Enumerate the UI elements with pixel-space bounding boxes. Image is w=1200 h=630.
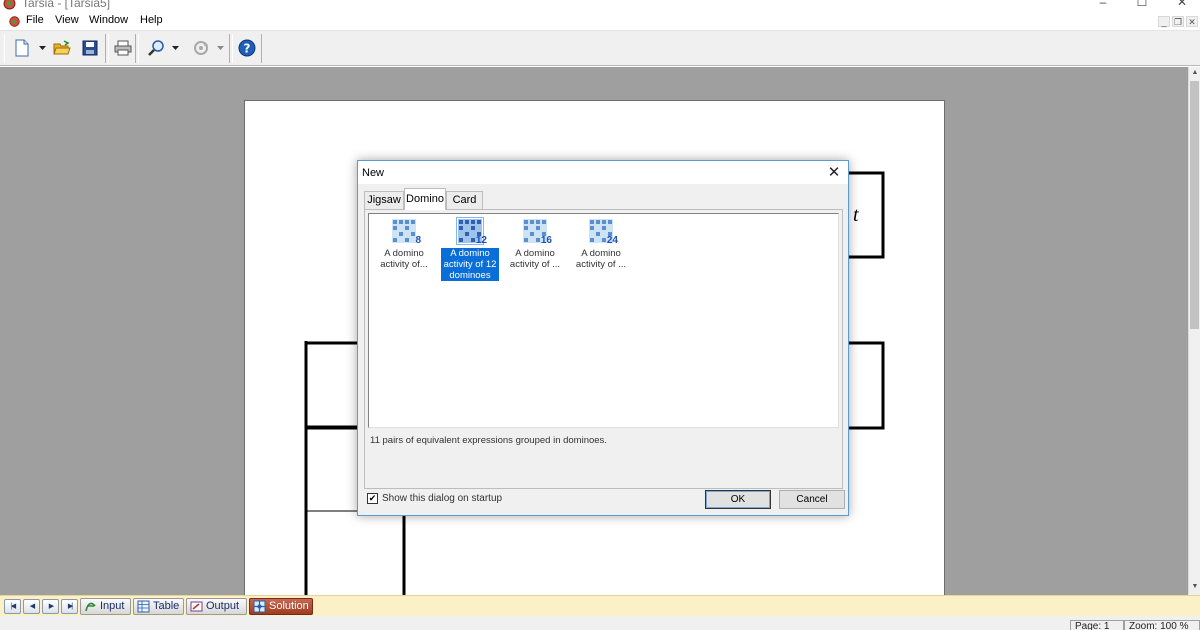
help-icon: ?: [238, 39, 256, 57]
rotate-dropdown-icon[interactable]: [217, 45, 224, 51]
menu-file[interactable]: File: [26, 14, 44, 26]
document-window-icon: [9, 16, 20, 27]
svg-text:?: ?: [244, 42, 251, 56]
mdi-restore-button[interactable]: ❐: [1172, 16, 1184, 27]
new-dialog: New ✕ Jigsaw Domino Card 8 A domino acti…: [357, 160, 849, 516]
template-item[interactable]: 24 A domino activity of ...: [572, 218, 630, 270]
status-bar: Page: 1 Zoom: 100 %: [0, 616, 1200, 630]
tab-card[interactable]: Card: [446, 191, 483, 209]
domino-grid-icon: 12: [456, 217, 487, 246]
tab-domino[interactable]: Domino: [404, 188, 446, 210]
first-page-button[interactable]: |◀: [4, 599, 21, 614]
item-label: A domino activity of...: [380, 248, 428, 270]
view-tab-bar: |◀ ◀ ▶ ▶| Input Table Output Solution: [0, 595, 1200, 616]
ok-button[interactable]: OK: [705, 490, 771, 509]
scrollbar-thumb[interactable]: [1190, 81, 1199, 329]
document-text: t: [853, 204, 859, 226]
tab-input[interactable]: Input: [80, 598, 131, 615]
last-page-button[interactable]: ▶|: [61, 599, 78, 614]
tab-solution-label: Solution: [269, 600, 309, 612]
zoom-dropdown-icon[interactable]: [172, 45, 179, 51]
menu-bar: File View Window Help _ ❐ ✕: [0, 12, 1200, 31]
next-page-button[interactable]: ▶: [42, 599, 59, 614]
template-item[interactable]: 16 A domino activity of ...: [506, 218, 564, 270]
save-button[interactable]: [79, 37, 101, 59]
printer-icon: [114, 40, 132, 56]
dialog-close-button[interactable]: ✕: [824, 163, 844, 183]
tab-output-label: Output: [206, 600, 240, 612]
template-item[interactable]: 8 A domino activity of...: [375, 218, 433, 270]
item-count: 16: [540, 235, 552, 246]
window-title: Tarsia - [Tarsia5]: [22, 0, 111, 10]
item-label: A domino activity of 12 dominoes: [441, 248, 499, 281]
solution-icon: [253, 600, 266, 613]
tab-solution[interactable]: Solution: [249, 598, 313, 615]
output-icon: [190, 601, 203, 612]
template-list[interactable]: 8 A domino activity of... 12 A domino ac…: [368, 213, 839, 428]
scroll-down-icon[interactable]: ▼: [1189, 581, 1200, 593]
show-on-startup-checkbox[interactable]: ✔: [367, 493, 378, 504]
tab-jigsaw[interactable]: Jigsaw: [364, 191, 404, 209]
open-button[interactable]: [51, 37, 73, 59]
show-on-startup-label[interactable]: Show this dialog on startup: [382, 493, 502, 504]
tab-table-label: Table: [153, 600, 180, 612]
previous-page-button[interactable]: ◀: [23, 599, 40, 614]
tab-table[interactable]: Table: [133, 598, 184, 615]
new-dropdown-icon[interactable]: [39, 45, 46, 51]
maximize-button[interactable]: ☐: [1127, 0, 1157, 11]
dialog-title: New: [362, 167, 385, 179]
item-count: 8: [415, 235, 421, 246]
menu-window[interactable]: Window: [89, 14, 128, 26]
floppy-disk-icon: [82, 40, 98, 56]
status-zoom: Zoom: 100 %: [1124, 620, 1200, 630]
rotate-icon: [194, 41, 208, 55]
item-count: 24: [606, 235, 618, 246]
cancel-button[interactable]: Cancel: [779, 490, 845, 509]
new-document-icon: [15, 39, 29, 57]
tab-input-label: Input: [100, 600, 125, 612]
input-icon: [85, 602, 96, 612]
menu-help[interactable]: Help: [140, 14, 163, 26]
menu-view[interactable]: View: [55, 14, 79, 26]
mdi-close-button[interactable]: ✕: [1186, 16, 1198, 27]
template-description: 11 pairs of equivalent expressions group…: [370, 435, 607, 446]
domino-grid-icon: 24: [588, 218, 618, 246]
tab-output[interactable]: Output: [186, 598, 247, 615]
open-folder-icon: [53, 40, 71, 55]
domino-grid-icon: 8: [391, 218, 421, 246]
item-label: A domino activity of ...: [575, 248, 627, 270]
mdi-minimize-button[interactable]: _: [1158, 16, 1170, 27]
domino-tab-panel: 8 A domino activity of... 12 A domino ac…: [364, 209, 843, 489]
help-button[interactable]: ?: [236, 37, 258, 59]
title-bar: Tarsia - [Tarsia5] – ☐ ✕: [0, 0, 1200, 12]
toolbar: ?: [0, 31, 1200, 66]
scroll-up-icon[interactable]: ▲: [1189, 67, 1200, 79]
minimize-button[interactable]: –: [1088, 0, 1118, 11]
item-count: 12: [475, 235, 487, 246]
status-page: Page: 1: [1070, 620, 1124, 630]
zoom-button[interactable]: [145, 37, 167, 59]
print-button[interactable]: [112, 37, 134, 59]
tarsia-app-icon: [3, 0, 16, 10]
table-icon: [137, 600, 150, 613]
item-label: A domino activity of ...: [509, 248, 561, 270]
template-item-selected[interactable]: 12 A domino activity of 12 dominoes: [441, 217, 499, 281]
vertical-scrollbar[interactable]: ▲ ▼: [1188, 67, 1200, 595]
dialog-title-bar: New ✕: [358, 161, 848, 184]
rotate-button[interactable]: [190, 37, 212, 59]
domino-grid-icon: 16: [522, 218, 552, 246]
magnifier-icon: [148, 40, 164, 56]
new-button[interactable]: [11, 37, 33, 59]
close-window-button[interactable]: ✕: [1167, 0, 1197, 11]
